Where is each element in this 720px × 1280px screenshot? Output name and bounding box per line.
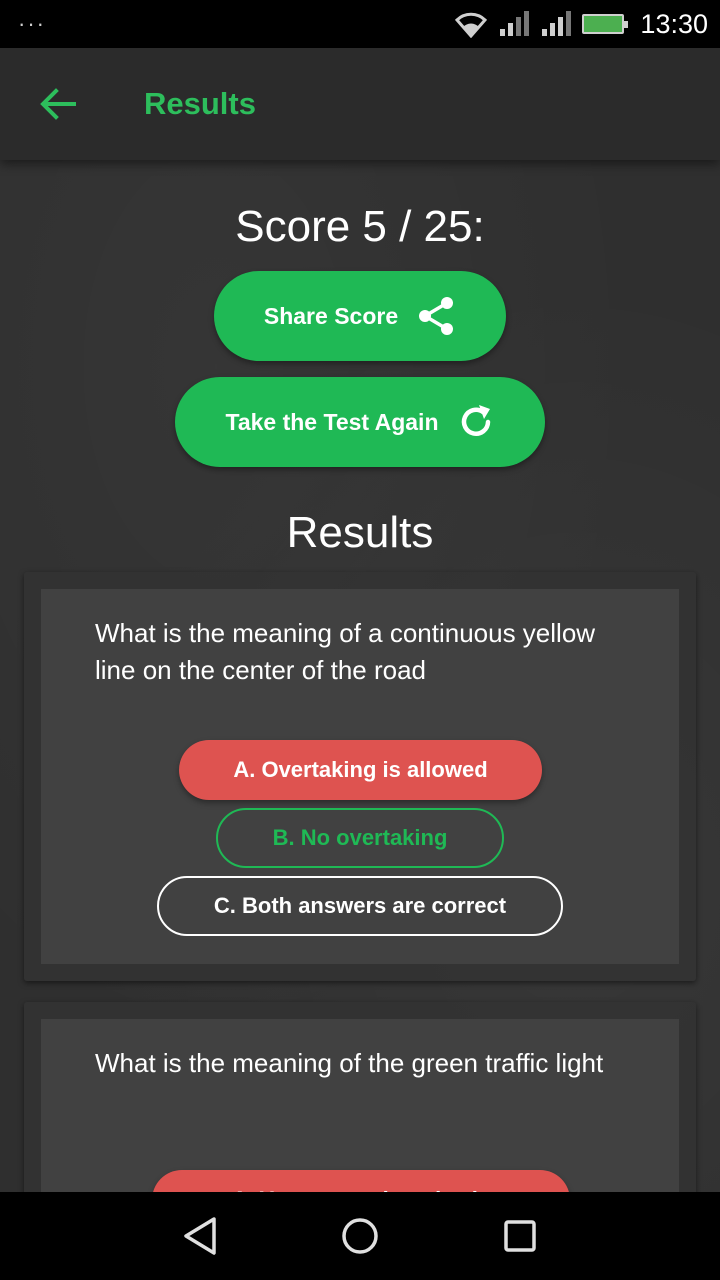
take-test-again-label: Take the Test Again [225, 408, 439, 435]
take-test-again-button[interactable]: Take the Test Again [175, 377, 545, 467]
score-text: Score 5 / 25: [235, 202, 485, 251]
answer-option-b[interactable]: B. No overtaking [216, 808, 504, 868]
question-text: What is the meaning of a continuous yell… [95, 618, 596, 685]
wifi-icon [455, 12, 488, 38]
status-bar: ··· 13:30 [0, 0, 720, 48]
answer-option-a[interactable]: A. You can go but slowly [152, 1170, 570, 1192]
back-button[interactable] [30, 76, 86, 132]
results-content[interactable]: Score 5 / 25: Share Score Take the Test … [0, 160, 720, 1192]
battery-charging-icon [582, 14, 629, 34]
signal-icon [542, 11, 572, 36]
back-triangle-icon [184, 1217, 216, 1255]
question-text: What is the meaning of the green traffic… [95, 1048, 604, 1078]
signal-icon [500, 11, 530, 36]
arrow-left-icon [40, 88, 76, 120]
navigation-bar [0, 1192, 720, 1280]
question-card: What is the meaning of a continuous yell… [24, 572, 696, 981]
question-card-inner: What is the meaning of a continuous yell… [41, 589, 679, 964]
refresh-icon [461, 405, 490, 436]
notification-dots: ··· [18, 11, 46, 36]
results-heading: Results [286, 508, 434, 557]
nav-recents-button[interactable] [490, 1206, 550, 1266]
answer-option-c[interactable]: C. Both answers are correct [157, 876, 563, 936]
page-title: Results [144, 86, 256, 121]
recents-square-icon [504, 1220, 536, 1252]
answer-option-a[interactable]: A. Overtaking is allowed [179, 740, 542, 800]
share-icon [419, 297, 454, 335]
question-card: What is the meaning of the green traffic… [24, 1002, 696, 1192]
status-icons: 13:30 [454, 9, 708, 40]
clock: 13:30 [640, 8, 708, 39]
nav-home-button[interactable] [330, 1206, 390, 1266]
home-circle-icon [342, 1218, 378, 1254]
share-score-label: Share Score [263, 302, 399, 329]
nav-back-button[interactable] [170, 1206, 230, 1266]
app-bar: Results [0, 48, 720, 160]
question-card-inner: What is the meaning of the green traffic… [41, 1019, 679, 1192]
share-score-button[interactable]: Share Score [214, 271, 506, 361]
